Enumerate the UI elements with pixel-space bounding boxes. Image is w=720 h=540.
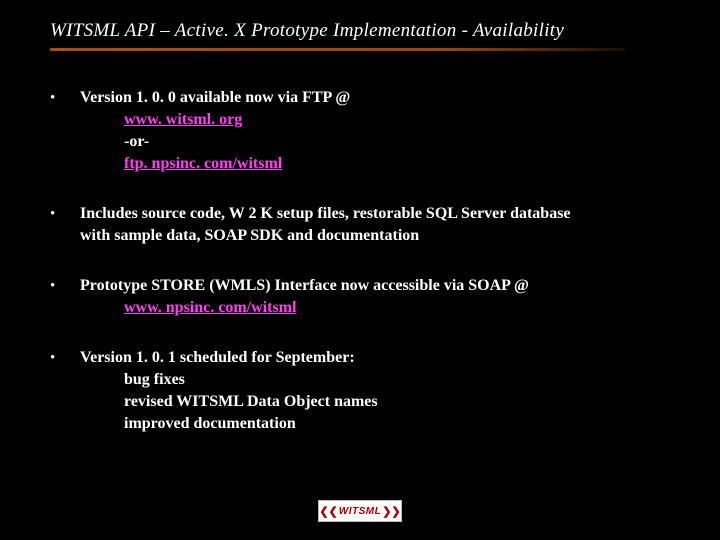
bullet-2-line1: Includes source code, W 2 K setup files,… bbox=[80, 203, 571, 225]
bullet-dot: • bbox=[50, 275, 80, 319]
logo-text: WITSML bbox=[339, 506, 381, 517]
bullet-content: Version 1. 0. 0 available now via FTP @ … bbox=[80, 87, 350, 175]
bullet-content: Includes source code, W 2 K setup files,… bbox=[80, 203, 571, 247]
link-witsml-org[interactable]: www. witsml. org bbox=[124, 111, 242, 128]
bullet-2: • Includes source code, W 2 K setup file… bbox=[50, 203, 670, 247]
link-ftp-npsinc[interactable]: ftp. npsinc. com/witsml bbox=[124, 155, 282, 172]
bullet-1-or: -or- bbox=[124, 131, 350, 153]
bullet-content: Version 1. 0. 1 scheduled for September:… bbox=[80, 347, 378, 435]
bullet-4-lead: Version 1. 0. 1 scheduled for September: bbox=[80, 347, 378, 369]
witsml-logo: ❮❮ WITSML ❯❯ bbox=[318, 500, 402, 522]
logo-right-arrows-icon: ❯❯ bbox=[381, 505, 401, 518]
bullet-dot: • bbox=[50, 347, 80, 435]
bullet-2-line2: with sample data, SOAP SDK and documenta… bbox=[80, 225, 571, 247]
bullet-dot: • bbox=[50, 203, 80, 247]
bullet-dot: • bbox=[50, 87, 80, 175]
slide-title: WITSML API – Active. X Prototype Impleme… bbox=[50, 20, 670, 42]
bullet-1-lead: Version 1. 0. 0 available now via FTP @ bbox=[80, 87, 350, 109]
bullet-4-sub3: improved documentation bbox=[124, 413, 378, 435]
logo-left-arrows-icon: ❮❮ bbox=[318, 505, 338, 518]
link-npsinc-witsml[interactable]: www. npsinc. com/witsml bbox=[124, 299, 296, 316]
slide: WITSML API – Active. X Prototype Impleme… bbox=[0, 0, 720, 540]
slide-body: • Version 1. 0. 0 available now via FTP … bbox=[50, 87, 670, 435]
bullet-content: Prototype STORE (WMLS) Interface now acc… bbox=[80, 275, 529, 319]
bullet-3: • Prototype STORE (WMLS) Interface now a… bbox=[50, 275, 670, 319]
bullet-4-sub2: revised WITSML Data Object names bbox=[124, 391, 378, 413]
title-underline bbox=[50, 48, 625, 51]
bullet-4: • Version 1. 0. 1 scheduled for Septembe… bbox=[50, 347, 670, 435]
bullet-1: • Version 1. 0. 0 available now via FTP … bbox=[50, 87, 670, 175]
bullet-3-lead: Prototype STORE (WMLS) Interface now acc… bbox=[80, 275, 529, 297]
bullet-4-sub1: bug fixes bbox=[124, 369, 378, 391]
